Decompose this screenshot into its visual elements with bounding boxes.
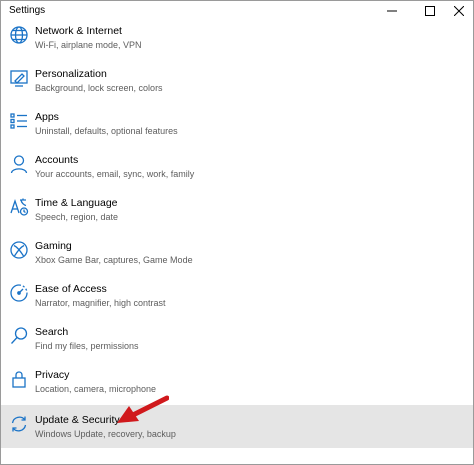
time-language-icon: [9, 197, 29, 217]
annotation-arrow-icon: [117, 395, 169, 423]
category-label: Privacy: [35, 369, 70, 381]
category-network-internet[interactable]: Network & Internet Wi-Fi, airplane mode,…: [1, 21, 473, 64]
category-apps[interactable]: Apps Uninstall, defaults, optional featu…: [1, 107, 473, 150]
category-label: Ease of Access: [35, 283, 107, 295]
person-icon: [9, 154, 29, 174]
maximize-button[interactable]: [414, 1, 446, 21]
category-label: Network & Internet: [35, 25, 122, 37]
category-search[interactable]: Search Find my files, permissions: [1, 322, 473, 365]
close-button[interactable]: [443, 1, 473, 21]
category-accounts[interactable]: Accounts Your accounts, email, sync, wor…: [1, 150, 473, 193]
category-label: Gaming: [35, 240, 72, 252]
category-label: Time & Language: [35, 197, 118, 209]
category-description: Uninstall, defaults, optional features: [35, 126, 178, 136]
category-label: Accounts: [35, 154, 79, 166]
maximize-icon: [425, 6, 435, 16]
window-title: Settings: [9, 5, 46, 16]
category-time-language[interactable]: Time & Language Speech, region, date: [1, 193, 473, 236]
search-icon: [9, 326, 29, 346]
category-description: Background, lock screen, colors: [35, 83, 163, 93]
category-label: Apps: [35, 111, 59, 123]
category-update-security[interactable]: Update & Security Windows Update, recove…: [1, 405, 473, 448]
category-personalization[interactable]: Personalization Background, lock screen,…: [1, 64, 473, 107]
ease-of-access-icon: [9, 283, 29, 303]
personalization-icon: [9, 68, 29, 88]
category-label: Update & Security: [35, 414, 120, 426]
title-bar: Settings: [1, 1, 473, 21]
close-icon: [454, 6, 464, 16]
category-gaming[interactable]: Gaming Xbox Game Bar, captures, Game Mod…: [1, 236, 473, 279]
minimize-icon: [387, 10, 397, 12]
category-description: Xbox Game Bar, captures, Game Mode: [35, 255, 193, 265]
category-description: Windows Update, recovery, backup: [35, 429, 176, 439]
category-description: Narrator, magnifier, high contrast: [35, 298, 166, 308]
category-description: Wi-Fi, airplane mode, VPN: [35, 40, 142, 50]
apps-list-icon: [9, 111, 29, 131]
category-ease-of-access[interactable]: Ease of Access Narrator, magnifier, high…: [1, 279, 473, 322]
category-description: Your accounts, email, sync, work, family: [35, 169, 195, 179]
category-label: Search: [35, 326, 69, 338]
sync-icon: [9, 414, 29, 434]
category-label: Personalization: [35, 68, 107, 80]
globe-icon: [9, 25, 29, 45]
settings-window: Settings Network & Internet Wi-Fi, airpl…: [0, 0, 474, 465]
category-description: Find my files, permissions: [35, 341, 139, 351]
lock-icon: [9, 369, 29, 389]
category-description: Speech, region, date: [35, 212, 119, 222]
minimize-button[interactable]: [376, 1, 408, 21]
xbox-icon: [9, 240, 29, 260]
category-privacy[interactable]: Privacy Location, camera, microphone: [1, 365, 473, 408]
